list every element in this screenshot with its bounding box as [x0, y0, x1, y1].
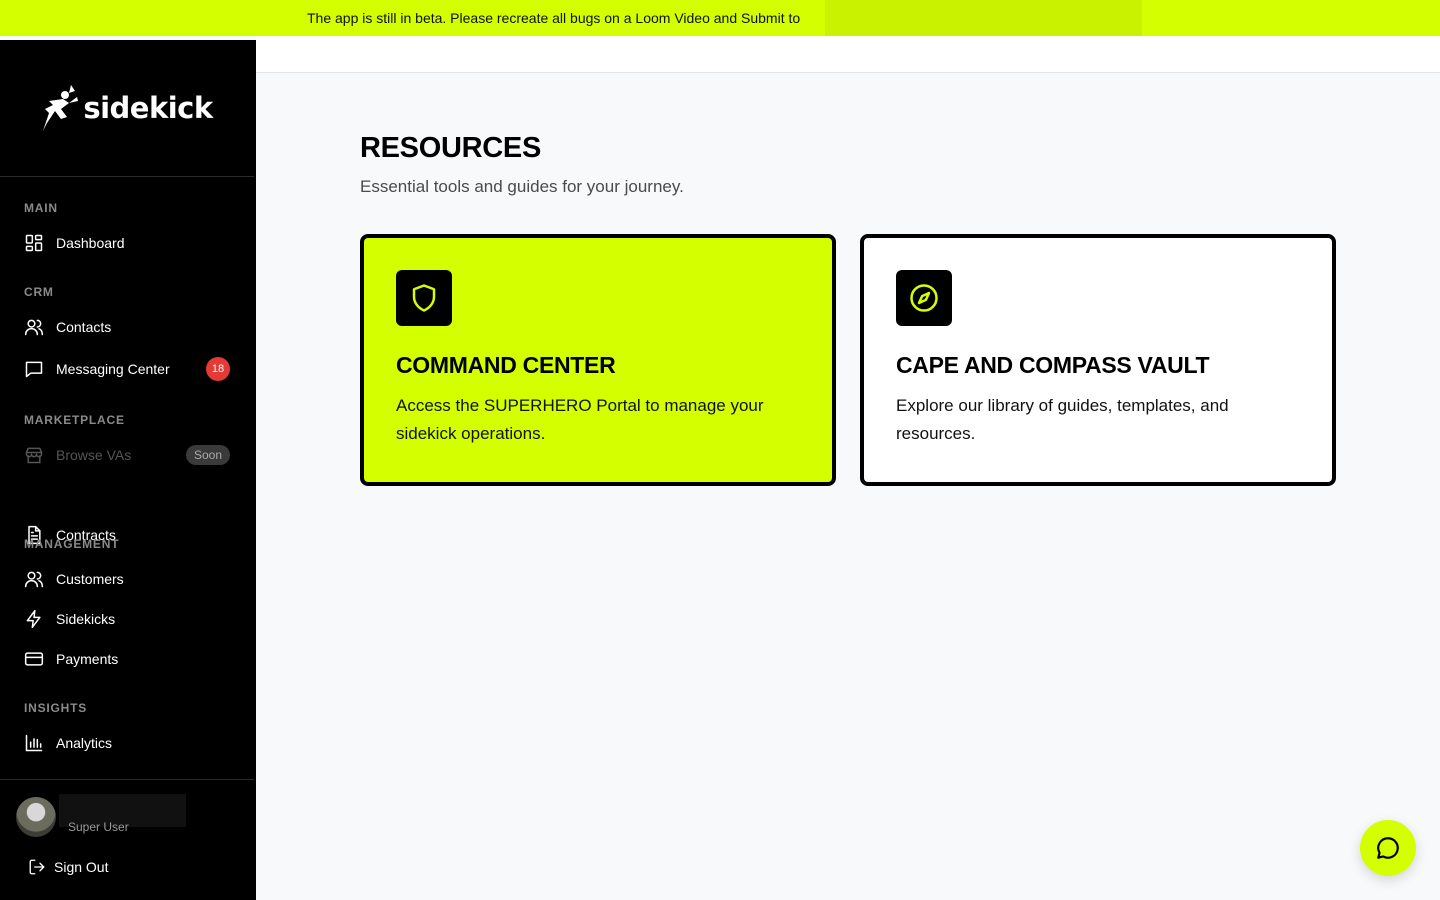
page-subtitle: Essential tools and guides for your jour… — [360, 177, 684, 196]
command-center-card[interactable]: COMMAND CENTER Access the SUPERHERO Port… — [360, 234, 836, 486]
sidebar-item-label: Messaging Center — [56, 361, 170, 377]
card-description: Access the SUPERHERO Portal to manage yo… — [396, 396, 764, 443]
sidekick-logo[interactable]: sidekick — [41, 83, 213, 133]
section-main: MAIN — [24, 201, 58, 215]
card-title: COMMAND CENTER — [396, 352, 616, 378]
chat-bubble-icon — [1377, 837, 1399, 859]
sidebar-item-payments[interactable]: Payments — [24, 643, 232, 675]
store-icon — [24, 445, 44, 465]
beta-banner-text: The app is still in beta. Please recreat… — [307, 10, 801, 26]
sidebar-item-label: Customers — [56, 571, 124, 587]
sidebar-item-label: Analytics — [56, 735, 113, 751]
sidebar-item-label: Contacts — [56, 319, 112, 335]
section-marketplace: MARKETPLACE — [24, 413, 125, 427]
shield-icon — [396, 270, 452, 326]
redacted-link[interactable] — [825, 0, 1142, 36]
sidebar-item-label: Browse VAs — [56, 447, 132, 463]
grid-icon — [24, 233, 44, 253]
section-management: MANAGEMENT — [24, 537, 120, 551]
sidebar-item-messaging-center[interactable]: Messaging Center 18 — [24, 353, 232, 385]
compass-icon — [896, 270, 952, 326]
top-bar — [256, 36, 1440, 73]
sidebar-item-sidekicks[interactable]: Sidekicks — [24, 603, 232, 635]
cape-and-compass-vault-card[interactable]: CAPE AND COMPASS VAULT Explore our libra… — [860, 234, 1336, 486]
sidebar-item-label: Sidekicks — [56, 611, 116, 627]
sidebar-item-contacts[interactable]: Contacts — [24, 311, 232, 343]
section-crm: CRM — [24, 285, 54, 299]
logo-area: sidekick — [0, 40, 254, 177]
sign-out-button[interactable]: Sign Out — [28, 858, 108, 876]
sidebar-item-analytics[interactable]: Analytics — [24, 727, 232, 759]
message-icon — [24, 359, 44, 379]
users-icon — [24, 569, 44, 589]
beta-banner: The app is still in beta. Please recreat… — [0, 0, 1440, 36]
sidebar-item-browse-vas: Browse VAs Soon — [24, 439, 232, 471]
hero-logo-icon — [43, 85, 79, 131]
user-role: Super User — [68, 820, 129, 834]
logout-icon — [29, 859, 45, 875]
card-title: CAPE AND COMPASS VAULT — [896, 352, 1210, 378]
sidebar-item-label: Payments — [56, 651, 119, 667]
sidebar-item-label: Dashboard — [56, 235, 125, 251]
soon-badge: Soon — [185, 445, 230, 465]
bar-chart-icon — [24, 733, 44, 753]
avatar[interactable] — [16, 797, 56, 837]
chat-button[interactable] — [1360, 820, 1416, 876]
sidebar-item-customers[interactable]: Customers — [24, 563, 232, 595]
card-description: Explore our library of guides, templates… — [896, 396, 1229, 443]
user-profile-area: Super User Sign Out — [0, 779, 254, 900]
sign-out-label: Sign Out — [54, 859, 109, 875]
page-title: RESOURCES — [360, 132, 541, 164]
section-insights: INSIGHTS — [24, 701, 88, 715]
credit-card-icon — [24, 649, 44, 669]
brand-name: sidekick — [83, 91, 213, 125]
unread-count-badge: 18 — [206, 357, 230, 381]
sidebar: sidekick MAIN Dashboard CRM Contacts Mes… — [0, 40, 256, 900]
sidebar-item-dashboard[interactable]: Dashboard — [24, 227, 232, 259]
lightning-icon — [24, 609, 44, 629]
users-icon — [24, 317, 44, 337]
